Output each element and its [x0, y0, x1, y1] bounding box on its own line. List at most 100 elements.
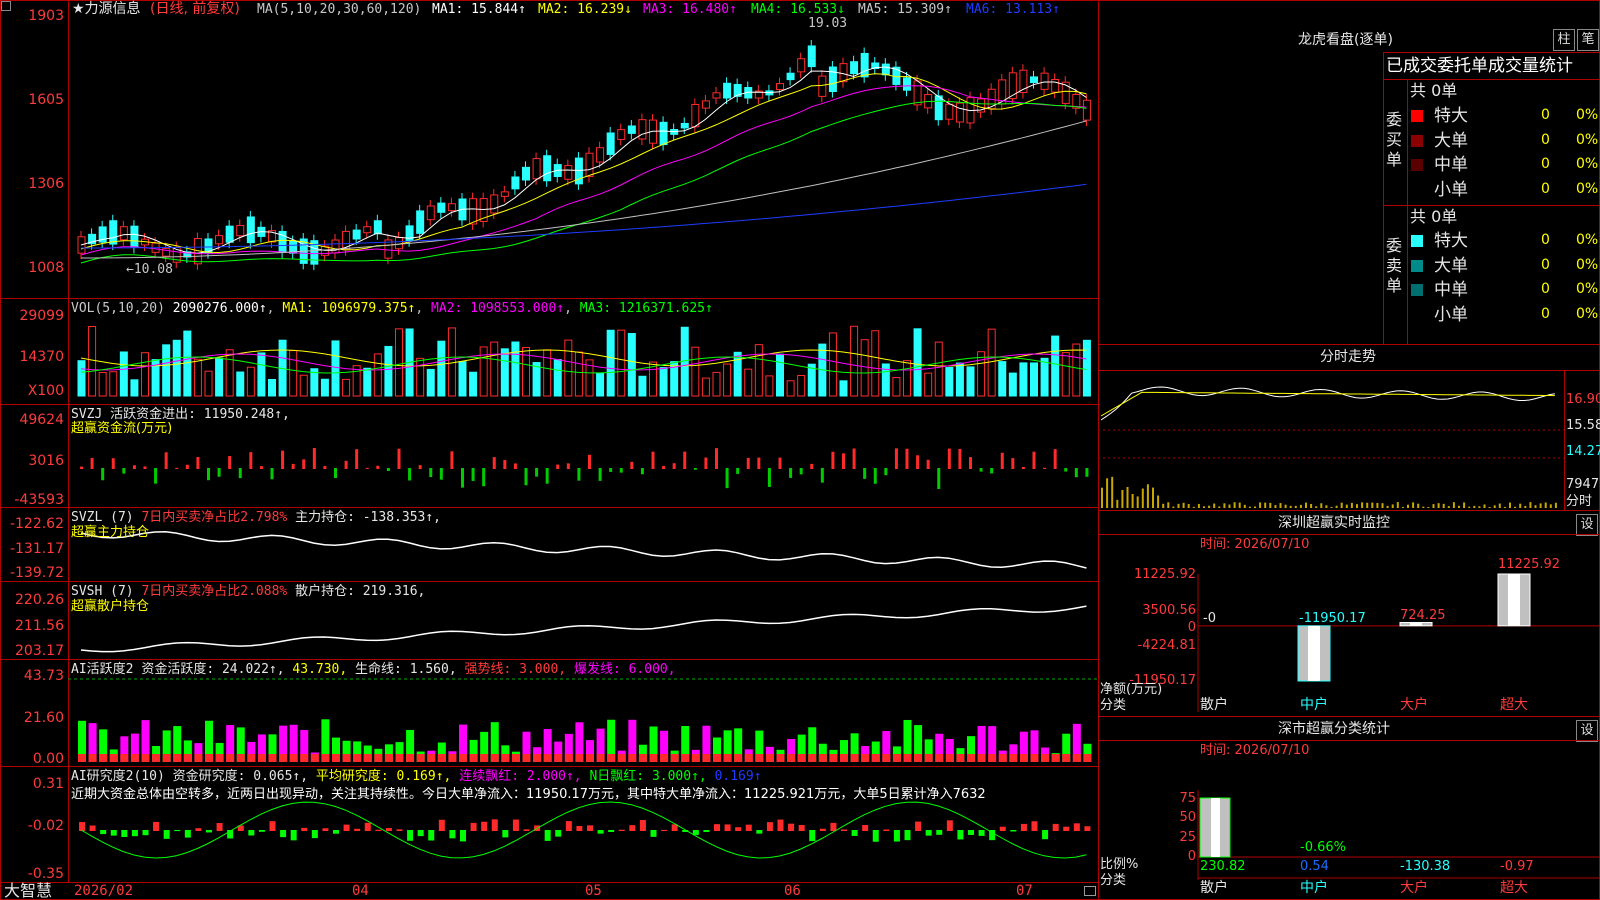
volume-bar — [627, 332, 636, 397]
research-bar — [893, 830, 900, 842]
flow-bar — [757, 457, 761, 469]
intraday-volume-bar — [1376, 502, 1379, 508]
life-bar — [818, 754, 827, 762]
volume-bar — [447, 327, 456, 397]
class-settings-button[interactable]: 设 — [1576, 720, 1598, 742]
research-bar — [449, 830, 456, 839]
flow-bar — [746, 457, 750, 469]
flow-bar — [1053, 449, 1057, 469]
monitor-tick-2: 3500.56 — [1142, 603, 1196, 618]
research-bar — [502, 830, 509, 838]
volume-bar — [384, 345, 393, 397]
class-tick-3: 25 — [1179, 830, 1196, 845]
flow-bar — [1043, 467, 1047, 469]
candle-up — [1082, 99, 1091, 121]
research-bar — [756, 830, 763, 834]
volume-bar — [1072, 343, 1081, 397]
flow-bar — [238, 468, 242, 479]
life-bar — [162, 754, 171, 762]
price-tick-3: 1306 — [28, 176, 64, 192]
candle-up — [776, 83, 784, 90]
intraday-volume-bar — [1534, 505, 1537, 508]
intraday-volume-bar — [1269, 502, 1272, 508]
period-label[interactable]: (日线, 前复权) — [150, 2, 240, 17]
intraday-volume-bar — [1167, 502, 1170, 508]
lock-icon[interactable] — [1084, 886, 1096, 896]
research-bar — [333, 830, 339, 834]
ma1-value: 15.844↑ — [471, 2, 526, 17]
candle-down — [850, 61, 859, 75]
svzj-label: SVZJ 活跃资金进出: 11950.248↑, — [71, 407, 290, 422]
flow-bar — [450, 451, 454, 469]
svzl-hold: 主力持仓: -138.353↑, — [295, 510, 441, 525]
dzh-logo[interactable]: 大智慧 — [4, 882, 52, 900]
volume-bar — [691, 346, 700, 397]
research-value: 资金研究度: 0.065↑, — [172, 769, 309, 784]
life-bar — [723, 754, 732, 762]
intraday-volume-bar — [1223, 503, 1226, 508]
intraday-volume-bar — [1366, 502, 1369, 508]
flow-bar — [937, 468, 941, 489]
flow-bar — [1000, 452, 1004, 469]
volume-bar — [1082, 339, 1091, 397]
volume-bar — [945, 367, 954, 397]
research-bar — [661, 829, 668, 831]
research-bar — [491, 819, 498, 831]
life-bar — [977, 754, 986, 762]
flow-bar — [344, 460, 348, 469]
research-bar — [1042, 830, 1049, 840]
life-bar — [628, 754, 637, 762]
volume-bar — [373, 353, 382, 397]
stock-title[interactable]: ★力源信息 — [72, 2, 141, 17]
buy-swatch-l — [1411, 135, 1423, 147]
intraday-volume-bar — [1452, 502, 1455, 508]
life-bar — [903, 754, 912, 762]
flow-bar — [693, 468, 697, 470]
research-comment: 近期大资金总体由空转多，近两日出现异动，关注其持续性。今日大单净流入：11950… — [71, 787, 986, 802]
candle-up — [363, 226, 372, 234]
volume-bar — [299, 374, 308, 397]
intraday-volume-bar — [1141, 488, 1144, 508]
tick-mode-button[interactable]: 笔 — [1577, 29, 1599, 51]
research-bar — [788, 823, 795, 831]
research-tick-1: 0.31 — [32, 776, 64, 792]
svsh-hold: 散户持仓: 219.316, — [295, 584, 426, 599]
intraday-volume-bar — [1401, 506, 1404, 508]
fenshi-title[interactable]: 分时走势 — [1320, 350, 1376, 365]
x-label-5: 07 — [1016, 883, 1033, 899]
intraday-volume-bar — [1422, 506, 1425, 508]
x-label-2: 04 — [352, 883, 369, 899]
candle-up — [1051, 78, 1060, 93]
monitor-settings-button[interactable]: 设 — [1576, 514, 1598, 536]
bar-mode-button[interactable]: 柱 — [1553, 29, 1575, 51]
intraday-volume-bar — [1208, 505, 1211, 508]
flow-bar — [662, 465, 666, 469]
research-bar — [195, 828, 202, 831]
life-bar — [681, 754, 690, 762]
candle-up — [426, 205, 435, 221]
research-bar — [311, 830, 318, 839]
life-bar — [617, 754, 626, 762]
flow-bar — [312, 448, 316, 469]
vol-tick-1: 29099 — [19, 308, 64, 324]
flow-bar — [1085, 468, 1089, 477]
sell-row-l-name: 大单 — [1434, 256, 1468, 276]
intraday-volume-bar — [1182, 502, 1185, 508]
research-tick-2: -0.02 — [27, 818, 64, 834]
candle-down — [723, 82, 732, 99]
monitor-time: 时间: 2026/07/10 — [1200, 537, 1310, 552]
intraday-volume-bar — [1437, 503, 1440, 508]
flow-bar — [376, 465, 380, 469]
buy-swatch-xl — [1411, 110, 1423, 122]
monitor-cat-sanhu: 散户 — [1200, 697, 1228, 713]
research-bar — [565, 821, 572, 831]
research-bar — [364, 822, 371, 831]
intraday-volume-bar — [1488, 506, 1491, 508]
research-bar — [639, 820, 646, 831]
candle-up — [331, 239, 340, 254]
life-bar — [374, 754, 383, 762]
volume-bar — [850, 325, 859, 397]
candle-down — [416, 210, 425, 234]
intraday-volume-bar — [1442, 503, 1445, 508]
flow-bar — [228, 456, 232, 469]
